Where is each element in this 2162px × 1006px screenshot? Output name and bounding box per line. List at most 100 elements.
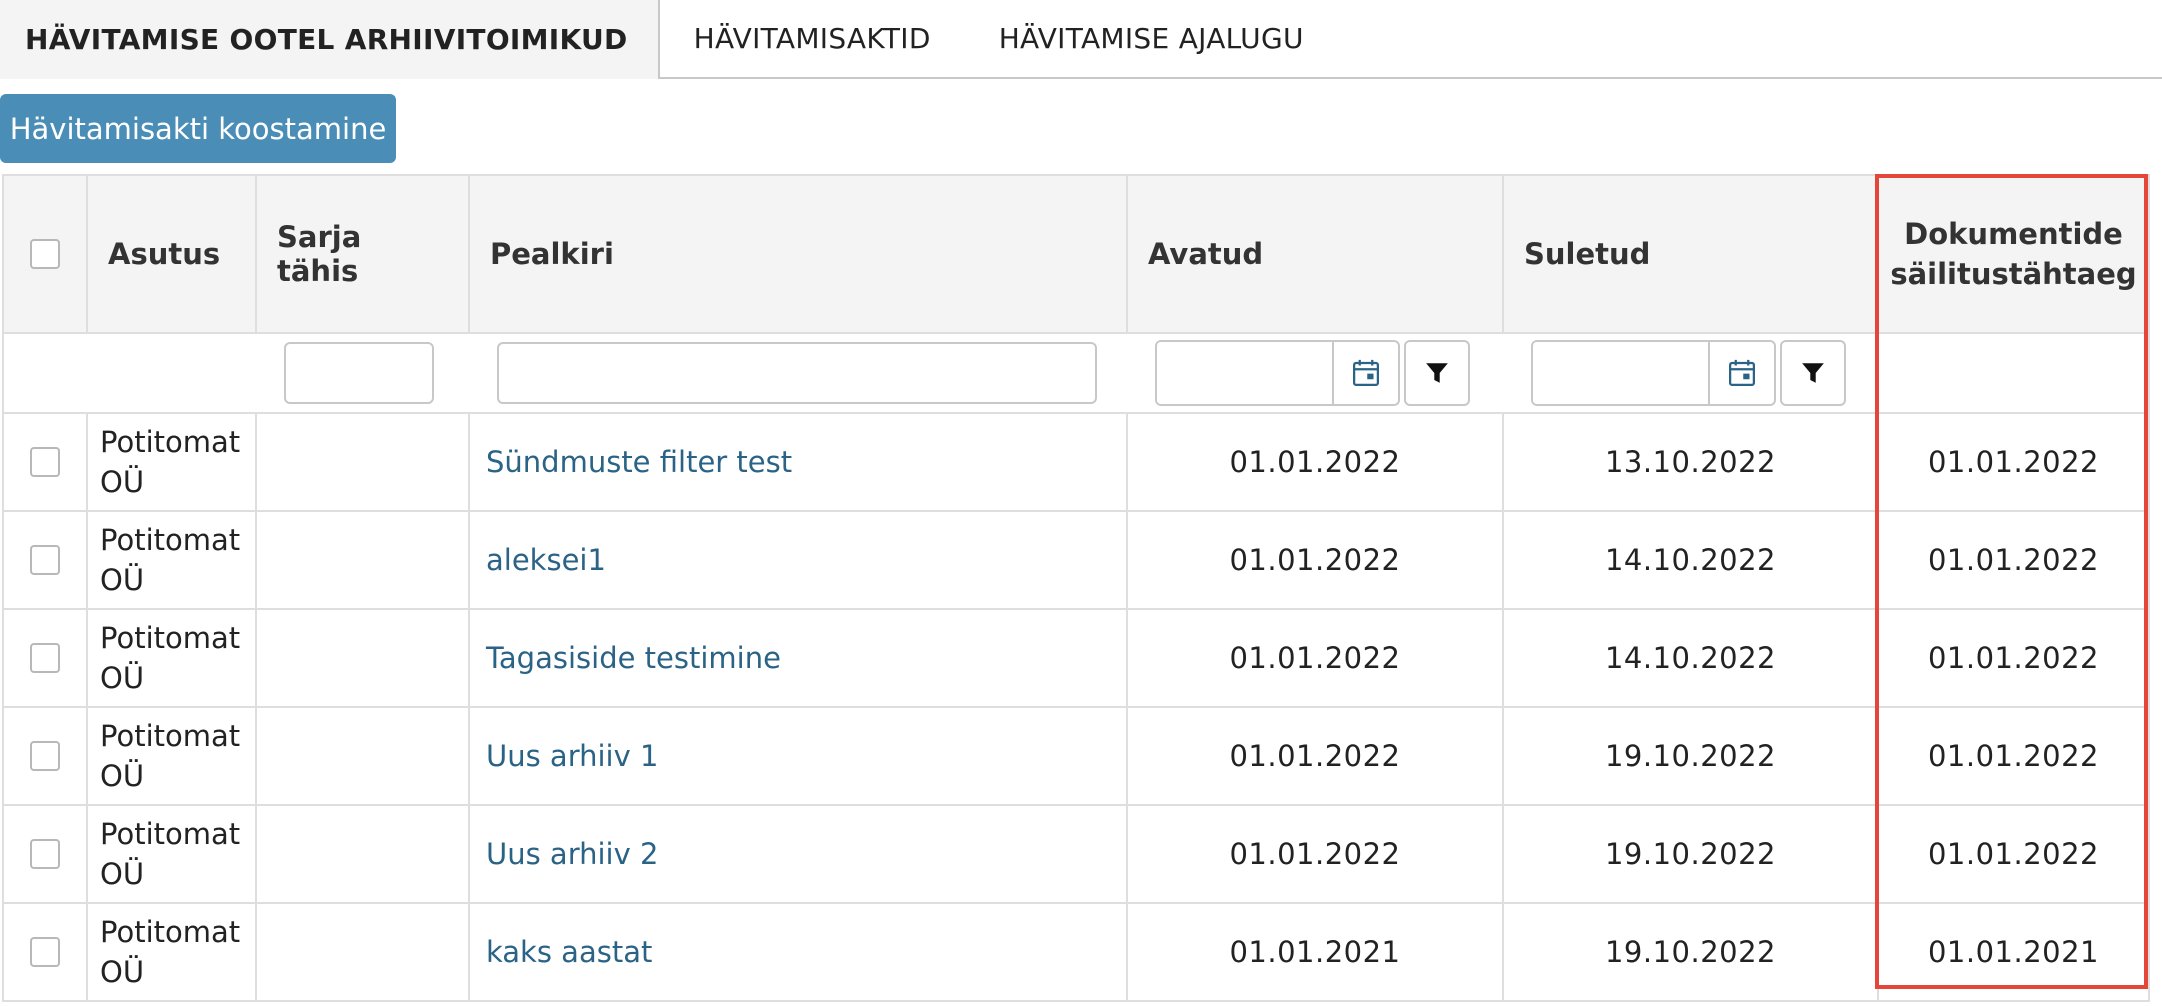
retention-cell: 01.01.2022 [1877, 608, 2150, 708]
org-name: Potitomat [100, 817, 241, 851]
row-select-cell [2, 608, 88, 708]
org-cell: Potitomat OÜ [86, 804, 257, 904]
series-cell [255, 706, 470, 806]
row-checkbox[interactable] [30, 447, 60, 477]
org-name: Potitomat [100, 523, 241, 557]
opened-cell: 01.01.2022 [1126, 412, 1504, 512]
header-suletud[interactable]: Suletud [1502, 174, 1879, 334]
closed-date-input[interactable] [1533, 342, 1710, 404]
org-suffix: OÜ [100, 857, 145, 891]
table-row[interactable]: Potitomat OÜ aleksei1 01.01.2022 14.10.20… [2, 510, 2150, 610]
opened-date-input[interactable] [1157, 342, 1334, 404]
row-checkbox[interactable] [30, 545, 60, 575]
header-sailitustahtaeg[interactable]: Dokumentide säilitustähtaeg [1877, 174, 2150, 334]
org-suffix: OÜ [100, 759, 145, 793]
retention-cell: 01.01.2022 [1877, 412, 2150, 512]
compose-destruction-act-button[interactable]: Hävitamisakti koostamine [0, 94, 396, 163]
org-name: Potitomat [100, 915, 241, 949]
header-sarja-tahis[interactable]: Sarja tähis [255, 174, 470, 334]
tab-destruction-acts[interactable]: HÄVITAMISAKTID [660, 0, 965, 77]
retention-cell: 01.01.2022 [1877, 804, 2150, 904]
org-cell: Potitomat OÜ [86, 412, 257, 512]
tab-bar: HÄVITAMISE OOTEL ARHIIVITOIMIKUD HÄVITAM… [0, 0, 2162, 79]
filter-closed-cell [1503, 332, 1878, 414]
header-avatud[interactable]: Avatud [1126, 174, 1504, 334]
org-cell: Potitomat OÜ [86, 608, 257, 708]
title-link[interactable]: kaks aastat [486, 935, 652, 969]
filter-opened-cell [1127, 332, 1503, 414]
series-cell [255, 804, 470, 904]
row-select-cell [2, 804, 88, 904]
closed-cell: 19.10.2022 [1502, 706, 1879, 806]
table-row[interactable]: Potitomat OÜ Tagasiside testimine 01.01.2… [2, 608, 2150, 708]
org-suffix: OÜ [100, 465, 145, 499]
title-cell: Uus arhiiv 1 [468, 706, 1128, 806]
closed-date-group [1531, 340, 1776, 406]
retention-cell: 01.01.2021 [1877, 902, 2150, 1002]
table-row[interactable]: Potitomat OÜ Uus arhiiv 1 01.01.2022 19.1… [2, 706, 2150, 806]
title-cell: kaks aastat [468, 902, 1128, 1002]
header-select-cell [2, 174, 88, 334]
filter-icon[interactable] [1404, 340, 1470, 406]
row-select-cell [2, 706, 88, 806]
row-select-cell [2, 902, 88, 1002]
org-name: Potitomat [100, 621, 241, 655]
filter-empty-cell [87, 332, 256, 414]
filter-series-cell [256, 332, 469, 414]
table-row[interactable]: Potitomat OÜ Sündmuste filter test 01.01.… [2, 412, 2150, 512]
header-sailitus-line2: säilitustähtaeg [1890, 257, 2137, 291]
header-asutus[interactable]: Asutus [86, 174, 257, 334]
org-cell: Potitomat OÜ [86, 902, 257, 1002]
series-cell [255, 902, 470, 1002]
title-link[interactable]: Uus arhiiv 2 [486, 837, 658, 871]
retention-cell: 01.01.2022 [1877, 510, 2150, 610]
series-cell [255, 510, 470, 610]
filter-row [2, 332, 2150, 414]
table-header-row: Asutus Sarja tähis Pealkiri Avatud Sulet… [2, 174, 2150, 334]
closed-cell: 14.10.2022 [1502, 510, 1879, 610]
org-suffix: OÜ [100, 955, 145, 989]
row-select-cell [2, 510, 88, 610]
select-all-checkbox[interactable] [30, 239, 60, 269]
row-checkbox[interactable] [30, 839, 60, 869]
closed-cell: 13.10.2022 [1502, 412, 1879, 512]
org-name: Potitomat [100, 425, 241, 459]
title-link[interactable]: Sündmuste filter test [486, 445, 792, 479]
table-row[interactable]: Potitomat OÜ kaks aastat 01.01.2021 19.10… [2, 902, 2150, 1002]
retention-cell: 01.01.2022 [1877, 706, 2150, 806]
closed-cell: 19.10.2022 [1502, 804, 1879, 904]
opened-date-group [1155, 340, 1400, 406]
org-suffix: OÜ [100, 563, 145, 597]
header-pealkiri[interactable]: Pealkiri [468, 174, 1128, 334]
row-checkbox[interactable] [30, 643, 60, 673]
calendar-icon[interactable] [1710, 342, 1774, 404]
row-select-cell [2, 412, 88, 512]
title-cell: Sündmuste filter test [468, 412, 1128, 512]
filter-empty-cell [2, 332, 87, 414]
filter-empty-cell [1878, 332, 2150, 414]
opened-cell: 01.01.2022 [1126, 706, 1504, 806]
row-checkbox[interactable] [30, 937, 60, 967]
title-link[interactable]: Uus arhiiv 1 [486, 739, 658, 773]
series-cell [255, 412, 470, 512]
series-filter-input[interactable] [284, 342, 434, 404]
filter-icon[interactable] [1780, 340, 1846, 406]
title-cell: aleksei1 [468, 510, 1128, 610]
closed-cell: 19.10.2022 [1502, 902, 1879, 1002]
title-filter-input[interactable] [497, 342, 1097, 404]
filter-title-cell [469, 332, 1127, 414]
opened-cell: 01.01.2022 [1126, 608, 1504, 708]
org-cell: Potitomat OÜ [86, 706, 257, 806]
calendar-icon[interactable] [1334, 342, 1398, 404]
tab-pending-archives[interactable]: HÄVITAMISE OOTEL ARHIIVITOIMIKUD [0, 0, 660, 79]
page: HÄVITAMISE OOTEL ARHIIVITOIMIKUD HÄVITAM… [0, 0, 2162, 1006]
closed-cell: 14.10.2022 [1502, 608, 1879, 708]
title-link[interactable]: aleksei1 [486, 543, 606, 577]
tab-destruction-history[interactable]: HÄVITAMISE AJALUGU [965, 0, 1338, 77]
table-row[interactable]: Potitomat OÜ Uus arhiiv 2 01.01.2022 19.1… [2, 804, 2150, 904]
row-checkbox[interactable] [30, 741, 60, 771]
title-link[interactable]: Tagasiside testimine [486, 641, 781, 675]
org-suffix: OÜ [100, 661, 145, 695]
opened-cell: 01.01.2022 [1126, 510, 1504, 610]
opened-cell: 01.01.2022 [1126, 804, 1504, 904]
